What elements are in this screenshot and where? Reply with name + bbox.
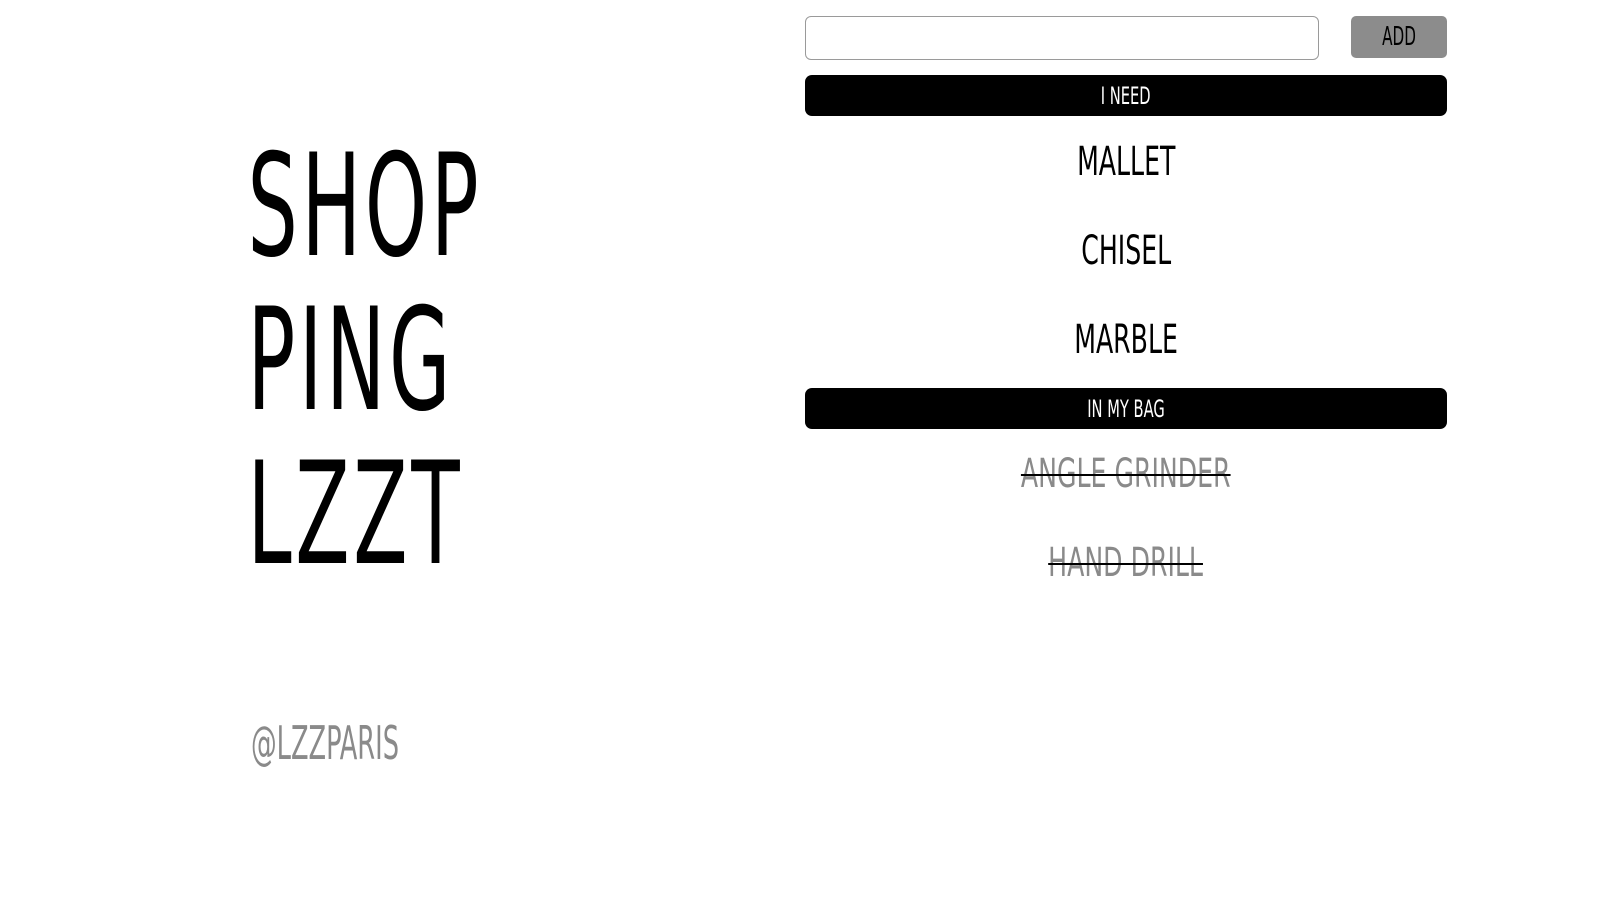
need-item-label: MALLET	[1076, 139, 1176, 185]
brand-line-2: PING	[247, 278, 455, 443]
bag-item-label: HAND DRILL	[1048, 540, 1204, 586]
section-header-in-my-bag: IN MY BAG	[805, 388, 1447, 429]
social-handle[interactable]: @LZZPARIS	[248, 718, 403, 768]
bag-list: ANGLE GRINDER HAND DRILL	[805, 430, 1447, 608]
add-button-label: ADD	[1382, 22, 1416, 52]
section-title-need: I NEED	[1101, 82, 1151, 110]
brand-line-3: LZZT	[247, 432, 464, 597]
bag-list-item[interactable]: HAND DRILL	[805, 519, 1447, 608]
need-item-label: CHISEL	[1081, 228, 1171, 274]
bag-item-label: ANGLE GRINDER	[1021, 451, 1231, 497]
app-root: SHOP PING LZZT @LZZPARIS ADD I NEED MALL…	[0, 0, 1600, 900]
need-list-item[interactable]: MARBLE	[805, 296, 1447, 385]
shopping-list-panel: ADD I NEED MALLET CHISEL MARBLE IN MY BA…	[805, 16, 1447, 608]
bag-list-item[interactable]: ANGLE GRINDER	[805, 430, 1447, 519]
brand-logo: SHOP PING LZZT	[200, 124, 483, 597]
need-list: MALLET CHISEL MARBLE	[805, 118, 1447, 385]
add-button[interactable]: ADD	[1351, 16, 1447, 58]
need-item-label: MARBLE	[1074, 317, 1178, 363]
brand-line-1: SHOP	[247, 124, 483, 289]
need-list-item[interactable]: CHISEL	[805, 207, 1447, 296]
add-item-form: ADD	[805, 16, 1447, 60]
need-list-item[interactable]: MALLET	[805, 118, 1447, 207]
section-title-bag: IN MY BAG	[1087, 395, 1165, 423]
section-header-i-need: I NEED	[805, 75, 1447, 116]
new-item-input[interactable]	[805, 16, 1319, 60]
